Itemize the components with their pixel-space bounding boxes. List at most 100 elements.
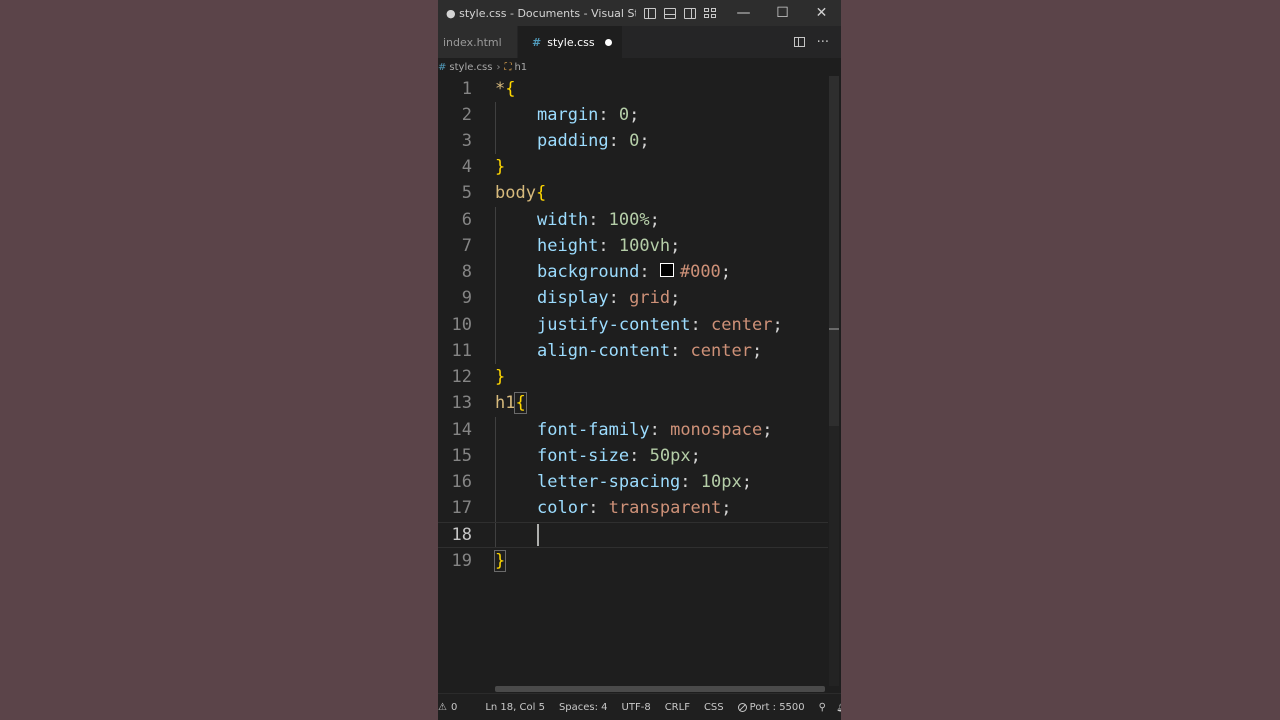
feedback-icon[interactable]: ⚲ <box>819 702 826 713</box>
property-token: justify-content <box>537 315 691 335</box>
value-token: monospace <box>670 420 763 440</box>
colon-token: : <box>608 131 630 151</box>
colon-token: : <box>629 446 650 466</box>
semicolon-token: ; <box>629 105 640 125</box>
tab-index-html[interactable]: index.html <box>438 26 518 58</box>
colon-token: : <box>639 262 660 282</box>
property-token: font-size <box>537 446 630 466</box>
colon-token: : <box>588 210 609 230</box>
colon-token: : <box>680 472 701 492</box>
vscode-window: ● style.css - Documents - Visual Stud...… <box>438 0 841 720</box>
code-line: 2 margin: 0; <box>438 102 828 128</box>
breadcrumb-symbol[interactable]: h1 <box>514 62 527 73</box>
code-line: 16 letter-spacing: 10px; <box>438 469 828 495</box>
line-number: 13 <box>451 393 472 413</box>
semicolon-token: ; <box>670 288 681 308</box>
line-number: 8 <box>461 262 472 282</box>
warning-icon: ⚠ <box>438 701 447 713</box>
selector-token: body <box>495 183 536 203</box>
semicolon-token: ; <box>741 472 752 492</box>
code-line: 4 } <box>438 154 828 180</box>
close-button[interactable]: ✕ <box>802 0 841 26</box>
code-editor[interactable]: 1 *{ 2 margin: 0; 3 padding: 0; 4 } 5 bo… <box>438 76 841 686</box>
brace-token: } <box>495 367 506 387</box>
css-file-icon: # <box>532 35 542 49</box>
more-actions-icon[interactable]: ··· <box>817 35 829 50</box>
brace-token: { <box>535 183 547 203</box>
code-line: 14 font-family: monospace; <box>438 417 828 443</box>
encoding-status[interactable]: UTF-8 <box>622 702 651 713</box>
colon-token: : <box>598 105 619 125</box>
selector-token: h1 <box>495 393 516 413</box>
value-token: 100% <box>608 210 650 230</box>
horizontal-scrollbar[interactable] <box>495 686 825 692</box>
title-bar: ● style.css - Documents - Visual Stud...… <box>438 0 841 26</box>
value-token: 50px <box>649 446 691 466</box>
property-token: letter-spacing <box>537 472 681 492</box>
property-token: font-family <box>537 420 650 440</box>
minimize-button[interactable]: — <box>724 0 763 26</box>
semicolon-token: ; <box>762 420 773 440</box>
tab-label: index.html <box>443 35 502 49</box>
line-number: 16 <box>451 472 472 492</box>
text-cursor <box>537 524 539 546</box>
line-number: 4 <box>461 157 472 177</box>
line-number: 12 <box>451 367 472 387</box>
symbol-icon: ⛶ <box>504 61 512 73</box>
scrollbar-thumb[interactable] <box>829 76 839 426</box>
line-number: 9 <box>461 288 472 308</box>
window-title: ● style.css - Documents - Visual Stud... <box>446 6 636 20</box>
line-number: 5 <box>461 183 472 203</box>
eol-status[interactable]: CRLF <box>665 702 690 713</box>
line-number: 14 <box>451 420 472 440</box>
line-number: 11 <box>451 341 472 361</box>
toggle-secondary-sidebar-icon[interactable] <box>684 7 696 19</box>
toggle-primary-sidebar-icon[interactable] <box>644 7 656 19</box>
problems-count: 0 <box>450 701 458 713</box>
code-line: 17 color: transparent; <box>438 495 828 521</box>
line-number: 18 <box>451 525 472 545</box>
vertical-scrollbar[interactable] <box>829 76 839 686</box>
line-number: 19 <box>451 551 472 571</box>
problems-status[interactable]: ⚠ 0 <box>438 702 457 713</box>
value-token: 0 <box>618 105 630 125</box>
breadcrumb-file[interactable]: style.css <box>449 62 492 73</box>
value-token: 10px <box>700 472 742 492</box>
maximize-button[interactable]: ☐ <box>763 0 802 26</box>
semicolon-token: ; <box>772 315 783 335</box>
notifications-bell-icon[interactable]: 🔔︎ <box>836 702 841 713</box>
value-token: 100vh <box>618 236 671 256</box>
split-editor-icon[interactable] <box>793 37 805 47</box>
customize-layout-icon[interactable] <box>704 7 716 19</box>
color-swatch[interactable] <box>659 263 674 277</box>
toggle-panel-icon[interactable] <box>664 7 676 19</box>
cursor-position[interactable]: Ln 18, Col 5 <box>485 702 545 713</box>
language-mode[interactable]: CSS <box>704 702 724 713</box>
selector-token: * <box>495 79 506 99</box>
layout-controls <box>644 7 716 19</box>
overview-ruler-marker <box>829 328 839 330</box>
indentation-status[interactable]: Spaces: 4 <box>559 702 608 713</box>
value-token: 0 <box>629 131 640 151</box>
semicolon-token: ; <box>649 210 660 230</box>
line-number: 15 <box>451 446 472 466</box>
value-token: center <box>690 341 752 361</box>
tab-style-css[interactable]: # style.css <box>518 26 623 58</box>
code-line: 19 } <box>438 548 828 574</box>
breadcrumb: # style.css › ⛶ h1 <box>438 58 841 76</box>
semicolon-token: ; <box>751 341 763 361</box>
colon-token: : <box>588 498 609 518</box>
line-number: 2 <box>461 105 472 125</box>
editor-actions: ··· <box>793 26 841 58</box>
block-icon <box>737 702 747 712</box>
code-line: 15 font-size: 50px; <box>438 443 828 469</box>
code-line: 1 *{ <box>438 76 828 102</box>
unsaved-dot-icon[interactable] <box>605 38 612 46</box>
code-line: 10 justify-content: center; <box>438 312 828 338</box>
brace-token: { <box>514 392 527 414</box>
live-server-status[interactable]: Port : 5500 <box>737 702 805 713</box>
colon-token: : <box>649 420 671 440</box>
code-line: 3 padding: 0; <box>438 128 828 154</box>
line-number: 1 <box>461 79 472 99</box>
colon-token: : <box>598 236 619 256</box>
